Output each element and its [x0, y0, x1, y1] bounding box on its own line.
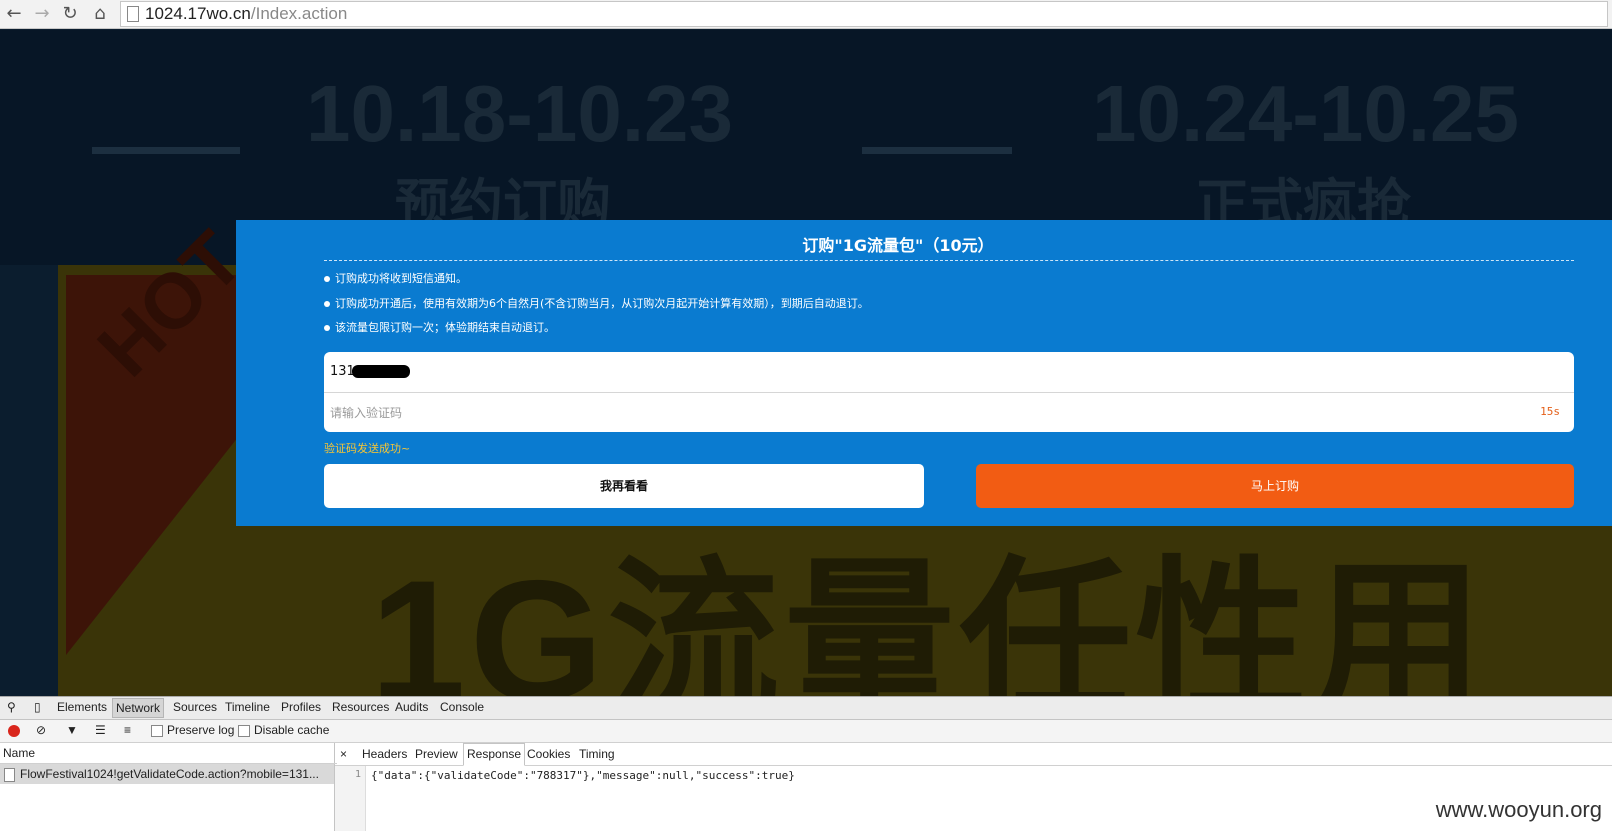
divider-line: [862, 147, 1012, 154]
tab-cookies[interactable]: Cookies: [527, 747, 570, 761]
name-column-header[interactable]: Name: [0, 743, 337, 764]
bullet-icon: [324, 276, 330, 282]
divider-line: [92, 147, 240, 154]
promo-headline: 1G流量任性用: [370, 545, 1488, 696]
tab-timing[interactable]: Timing: [579, 747, 615, 761]
tab-audits[interactable]: Audits: [395, 700, 428, 714]
phone-field[interactable]: 131: [324, 352, 1574, 393]
address-bar[interactable]: 1024.17wo.cn/Index.action: [120, 1, 1608, 27]
order-form: 131 15s: [324, 352, 1574, 432]
request-name: FlowFestival1024!getValidateCode.action?…: [20, 767, 319, 781]
clear-icon[interactable]: ⊘: [36, 723, 46, 737]
tab-elements[interactable]: Elements: [57, 700, 107, 714]
url-host: 1024.17wo.cn: [145, 4, 251, 23]
record-icon[interactable]: [8, 725, 20, 737]
order-dialog: 订购"1G流量包"（10元） 订购成功将收到短信通知。 订购成功开通后，使用有效…: [236, 220, 1612, 526]
tab-timeline[interactable]: Timeline: [225, 700, 270, 714]
devtools-panel: ⚲ ▯ Elements Network Sources Timeline Pr…: [0, 696, 1612, 831]
dialog-title: 订购"1G流量包"（10元）: [802, 236, 994, 255]
list-view-icon[interactable]: ☰: [95, 723, 106, 737]
redaction-mark: [352, 365, 410, 378]
inspect-icon[interactable]: ⚲: [7, 700, 16, 714]
preserve-log-label: Preserve log: [167, 723, 235, 737]
tab-resources[interactable]: Resources: [332, 700, 389, 714]
cancel-button[interactable]: 我再看看: [324, 464, 924, 508]
reload-icon[interactable]: ↻: [58, 2, 82, 26]
line-number: 1: [354, 769, 361, 780]
resend-countdown: 15s: [1540, 405, 1560, 418]
url-text: 1024.17wo.cn/Index.action: [145, 4, 347, 24]
close-icon[interactable]: ×: [340, 747, 347, 761]
tab-preview[interactable]: Preview: [415, 747, 458, 761]
verification-code-input[interactable]: [328, 396, 1482, 430]
preserve-log-toggle[interactable]: Preserve log: [151, 723, 234, 737]
notice-item: 该流量包限订购一次；体验期结束自动退订。: [324, 319, 555, 335]
notice-text: 订购成功将收到短信通知。: [335, 272, 467, 285]
date-left: 10.18-10.23: [306, 69, 734, 158]
tab-console[interactable]: Console: [440, 700, 484, 714]
overview-icon[interactable]: ≡: [124, 723, 131, 737]
notice-item: 订购成功将收到短信通知。: [324, 270, 467, 286]
response-body[interactable]: {"data":{"validateCode":"788317"},"messa…: [371, 769, 795, 782]
notice-text: 订购成功开通后，使用有效期为6个自然月(不含订购当月，从订购次月起开始计算有效期…: [335, 297, 869, 310]
page-icon: [127, 6, 139, 22]
network-toolbar: ⊘ ▼ ☰ ≡ Preserve log Disable cache: [0, 720, 1612, 743]
bullet-icon: [324, 325, 330, 331]
request-list: Name FlowFestival1024!getValidateCode.ac…: [0, 743, 337, 831]
date-right: 10.24-10.25: [1092, 69, 1520, 158]
notice-text: 该流量包限订购一次；体验期结束自动退订。: [335, 321, 555, 334]
line-gutter: 1: [335, 766, 366, 831]
devtools-tabbar: ⚲ ▯ Elements Network Sources Timeline Pr…: [0, 697, 1612, 720]
order-now-button[interactable]: 马上订购: [976, 464, 1574, 508]
back-arrow-icon[interactable]: ←: [2, 2, 26, 26]
tab-sources[interactable]: Sources: [173, 700, 217, 714]
bullet-icon: [324, 301, 330, 307]
home-icon[interactable]: ⌂: [88, 2, 112, 26]
notice-item: 订购成功开通后，使用有效期为6个自然月(不含订购当月，从订购次月起开始计算有效期…: [324, 295, 869, 311]
filter-icon[interactable]: ▼: [66, 723, 78, 737]
tab-network[interactable]: Network: [112, 698, 165, 718]
request-details: × Headers Preview Response Cookies Timin…: [335, 743, 1612, 831]
watermark: www.wooyun.org: [1435, 797, 1602, 822]
tab-headers[interactable]: Headers: [362, 747, 407, 761]
url-path: /Index.action: [250, 4, 348, 23]
tab-profiles[interactable]: Profiles: [281, 700, 321, 714]
file-icon: [4, 767, 15, 782]
code-field-row: 15s: [324, 392, 1574, 432]
forward-arrow-icon[interactable]: →: [30, 2, 54, 26]
code-sent-message: 验证码发送成功~: [324, 442, 411, 455]
detail-tabbar: × Headers Preview Response Cookies Timin…: [335, 743, 1612, 766]
disable-cache-label: Disable cache: [254, 723, 330, 737]
browser-toolbar: ← → ↻ ⌂ 1024.17wo.cn/Index.action: [0, 0, 1612, 29]
tab-response[interactable]: Response: [463, 743, 526, 766]
disable-cache-toggle[interactable]: Disable cache: [238, 723, 329, 737]
checkbox[interactable]: [151, 724, 163, 737]
checkbox[interactable]: [238, 724, 250, 737]
request-row[interactable]: FlowFestival1024!getValidateCode.action?…: [0, 764, 334, 784]
device-mode-icon[interactable]: ▯: [34, 700, 41, 714]
title-divider: [324, 260, 1574, 261]
